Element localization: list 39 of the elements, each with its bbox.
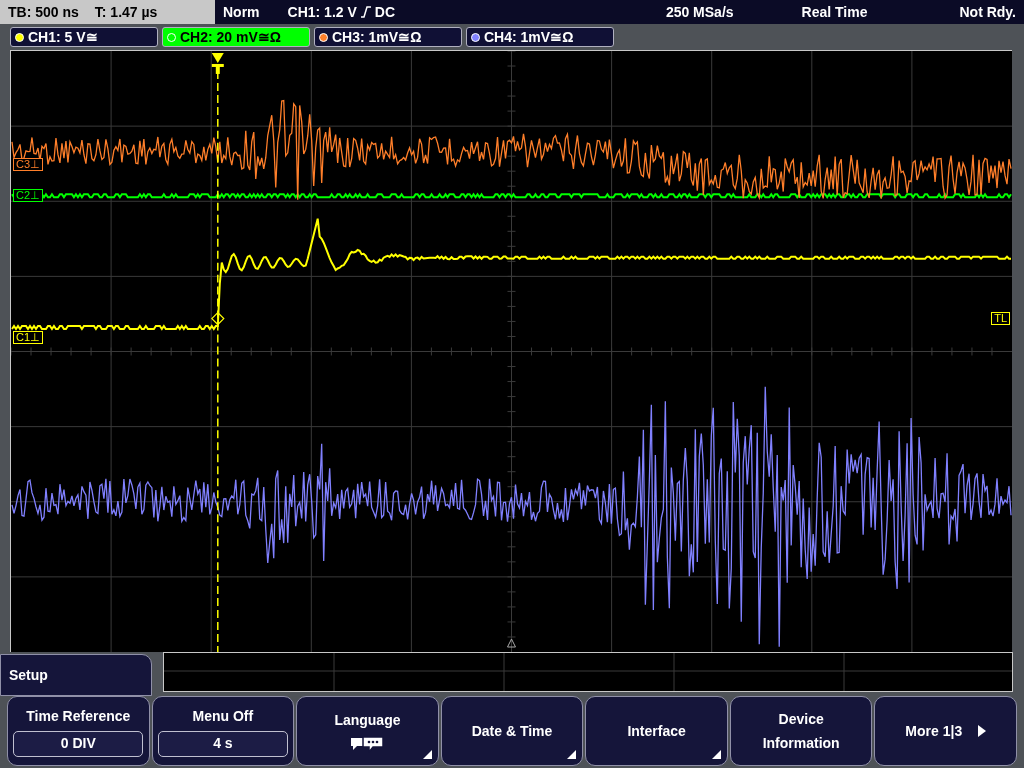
trigger-level-icon <box>210 311 225 326</box>
softkey[interactable]: Menu Off 4 s <box>151 696 295 766</box>
softkey-label: Language <box>334 710 401 730</box>
softkey-label: Date & Time <box>470 722 554 741</box>
softkey-value: 4 s <box>157 730 288 757</box>
menu-title: Setup <box>0 654 152 696</box>
channel-marker: C1⊥ <box>13 331 44 344</box>
run-state: Not Rdy. <box>959 2 1016 22</box>
sample-rate: 250 MSa/s <box>665 2 734 22</box>
channel-tab[interactable]: CH3: 1mV≅Ω <box>314 27 462 47</box>
softkey[interactable]: More 1|3 <box>874 696 1018 766</box>
softkey-label: Device Information <box>761 710 841 753</box>
channel-marker: C2⊥ <box>13 189 44 202</box>
softkey-label: More 1|3 <box>905 721 963 741</box>
softkey[interactable]: Date & Time <box>440 696 584 766</box>
channel-marker: C3⊥ <box>13 158 44 171</box>
speech-bubbles-icon <box>349 734 386 753</box>
timebase-readout: TB: 500 ns <box>8 2 79 22</box>
trigger-position-icon <box>211 53 224 74</box>
softkey[interactable]: Device Information <box>729 696 873 766</box>
softkey-label: Time Reference <box>26 706 131 726</box>
trigger-time-readout: T: 1.47 µs <box>94 2 158 22</box>
softkey[interactable]: Interface <box>585 696 728 766</box>
softkey-label: Menu Off <box>192 706 254 726</box>
softkey-label: Interface <box>626 722 687 741</box>
center-marker-icon <box>507 638 516 648</box>
channel-marker: TL <box>991 312 1010 325</box>
trigger-mode: Norm <box>223 2 260 22</box>
channel-tab[interactable]: CH2: 20 mV≅Ω <box>162 27 310 47</box>
acquisition-mode: Real Time <box>801 2 868 22</box>
softkey[interactable]: Time Reference 0 DIV <box>7 696 150 766</box>
next-page-icon <box>978 725 987 737</box>
trigger-source: CH1: 1.2 V <box>287 2 357 22</box>
softkey-value: 0 DIV <box>13 730 144 757</box>
softkey[interactable]: Language <box>296 696 439 766</box>
channel-tab[interactable]: CH4: 1mV≅Ω <box>466 27 614 47</box>
trigger-coupling: DC <box>374 2 396 22</box>
channel-tab[interactable]: CH1: 5 V≅ <box>10 27 158 47</box>
rising-edge-icon <box>360 6 371 18</box>
